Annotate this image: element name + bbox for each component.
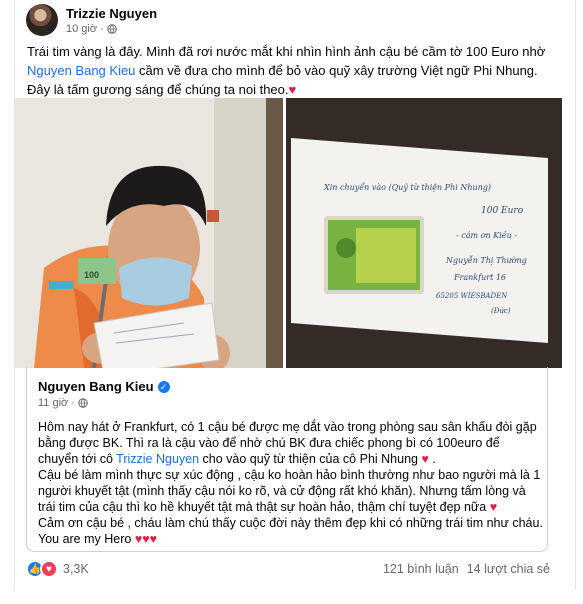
reaction-count: 3,3K: [63, 562, 89, 576]
banknote-label: 100: [84, 270, 99, 280]
shared-p2-text: Cậu bé làm mình thực sự xúc động , cậu k…: [38, 468, 541, 514]
envelope-line-4: Nguyễn Thị Thường: [445, 256, 527, 265]
shared-paragraph-4: You are my Hero ♥♥♥: [38, 531, 543, 547]
photo-boy-with-envelope[interactable]: 100: [14, 98, 283, 368]
envelope-line-2: 100 Euro: [481, 206, 524, 216]
heart-emoji: ♥: [489, 500, 498, 514]
shared-meta-separator: ·: [71, 397, 75, 409]
shared-post-meta: 11 giờ ·: [38, 397, 88, 409]
post-header: Trizzie Nguyen 10 giờ ·: [26, 4, 566, 38]
shared-post-text: Hôm nay hát ở Frankfurt, có 1 cậu bé đượ…: [38, 419, 543, 547]
reactions-summary[interactable]: 👍 ♥ 3,3K: [26, 560, 89, 578]
mention-link-nguyen-bang-kieu[interactable]: Nguyen Bang Kieu: [27, 63, 135, 78]
envelope-line-5: Frankfurt 16: [453, 273, 506, 282]
heart-emoji: ♥: [421, 452, 429, 466]
post-meta: 10 giờ ·: [66, 23, 117, 35]
post-stats: 121 bình luận 14 lượt chia sẻ: [383, 562, 550, 576]
verified-badge-icon: ✓: [157, 380, 170, 393]
love-reaction-icon: ♥: [40, 560, 58, 578]
envelope-line-1: Xin chuyển vào (Quỹ từ thiện Phi Nhung): [323, 183, 491, 192]
envelope-line-7: (Đức): [491, 307, 511, 315]
envelope-line-3: - cám ơn Kiều -: [456, 231, 517, 240]
author-avatar[interactable]: [26, 4, 58, 36]
shared-paragraph-3: Cảm ơn cậu bé , cháu làm chú thấy cuộc đ…: [38, 516, 543, 530]
envelope-line-6: 65205 WIESBADEN: [436, 292, 508, 300]
hearts-emoji: ♥♥♥: [134, 532, 158, 546]
shared-p4-text: You are my Hero: [38, 532, 135, 546]
shared-post-time[interactable]: 11 giờ: [38, 397, 68, 409]
shared-p1-end: .: [428, 452, 436, 466]
shared-paragraph-2: Cậu bé làm mình thực sự xúc động , cậu k…: [38, 467, 543, 515]
post-text-part-1: Trái tim vàng là đây. Mình đã rơi nước m…: [27, 44, 546, 59]
shared-paragraph-1: Hôm nay hát ở Frankfurt, có 1 cậu bé đượ…: [38, 419, 543, 467]
shares-count-link[interactable]: 14 lượt chia sẻ: [467, 562, 550, 576]
shared-globe-icon: [78, 398, 88, 408]
post-time[interactable]: 10 giờ: [66, 23, 97, 35]
post-text: Trái tim vàng là đây. Mình đã rơi nước m…: [27, 42, 557, 99]
shared-p1-after: cho vào quỹ từ thiện của cô Phi Nhung: [199, 452, 422, 466]
shared-post-author: Nguyen Bang Kieu ✓: [38, 379, 170, 394]
mention-link-trizzie-nguyen[interactable]: Trizzie Nguyen: [116, 452, 199, 466]
photo-right-drawing: Xin chuyển vào (Quỹ từ thiện Phi Nhung) …: [286, 98, 562, 368]
post-footer: 👍 ♥ 3,3K 121 bình luận 14 lượt chia sẻ: [26, 560, 550, 582]
photo-grid: 100 Xin chuyển vào (Quỹ từ thiện Phi Nhu…: [14, 98, 562, 368]
meta-separator: ·: [100, 23, 104, 35]
photo-left-drawing: 100: [14, 98, 283, 368]
shared-post[interactable]: Nguyen Bang Kieu ✓ 11 giờ · Hôm nay hát …: [26, 367, 548, 552]
photo-envelope[interactable]: Xin chuyển vào (Quỹ từ thiện Phi Nhung) …: [286, 98, 562, 368]
globe-icon: [106, 24, 117, 34]
shared-author-name[interactable]: Nguyen Bang Kieu: [38, 379, 154, 394]
comments-count-link[interactable]: 121 bình luận: [383, 562, 459, 576]
post-author-name[interactable]: Trizzie Nguyen: [66, 6, 157, 21]
heart-emoji: ♥: [288, 82, 297, 97]
